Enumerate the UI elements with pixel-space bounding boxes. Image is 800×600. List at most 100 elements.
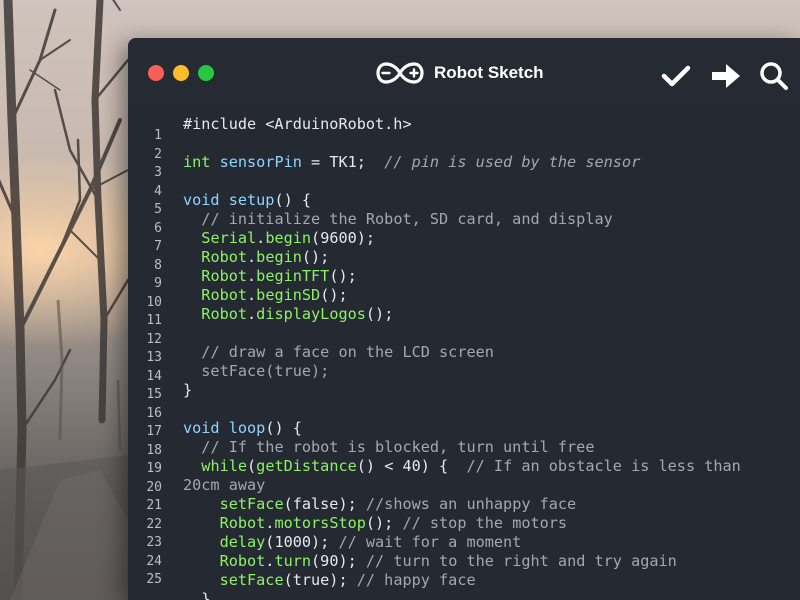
- line-number: 4: [154, 183, 162, 199]
- checkmark-icon: [661, 65, 691, 87]
- code-line: Robot.displayLogos();: [183, 305, 393, 324]
- code-token: // If the robot is blocked, turn until f…: [201, 438, 595, 456]
- code-line: Robot.turn(90); // turn to the right and…: [183, 552, 677, 571]
- code-token: () < 40) {: [356, 457, 467, 475]
- code-line: Robot.begin();: [183, 248, 329, 267]
- code-line: void loop() {: [183, 419, 302, 438]
- arduino-logo-icon: [376, 62, 424, 84]
- code-token: setFace(true);: [183, 362, 330, 380]
- code-line: // If the robot is blocked, turn until f…: [183, 438, 594, 457]
- code-line: Robot.beginTFT();: [183, 267, 356, 286]
- code-area[interactable]: #include <ArduinoRobot.h> int sensorPin =…: [183, 108, 800, 600]
- code-token: ();: [320, 286, 348, 304]
- code-token: // happy face: [356, 571, 476, 589]
- code-token: //shows an unhappy face: [365, 495, 577, 513]
- code-token: // turn to the right and try again: [365, 552, 677, 570]
- line-number: 16: [146, 405, 162, 421]
- code-token: (true);: [283, 571, 357, 589]
- line-number: 12: [146, 331, 162, 347]
- line-number-gutter: 1 2 3 4 5 6 7 8 9 10 11 12 13 14 15 16 17 18 19 20 21 22 23 24 2…: [128, 108, 172, 600]
- code-token: = TK1;: [301, 153, 385, 171]
- code-token: begin: [256, 248, 302, 266]
- code-token: motorsStop: [274, 514, 366, 532]
- maximize-window-button[interactable]: [198, 65, 214, 81]
- line-number: 20: [146, 479, 162, 495]
- code-token: setFace: [219, 495, 284, 513]
- line-number: 14: [146, 368, 162, 384]
- code-line: 20cm away: [183, 476, 265, 495]
- code-token: }: [183, 381, 193, 399]
- close-window-button[interactable]: [148, 65, 164, 81]
- code-line: // draw a face on the LCD screen: [183, 343, 494, 362]
- code-line: int sensorPin = TK1; // pin is used by t…: [183, 153, 640, 172]
- code-token: }: [183, 590, 211, 600]
- code-token: ();: [301, 248, 330, 266]
- code-token: Robot: [219, 514, 266, 532]
- code-token: // If an obstacle is less than: [466, 457, 741, 475]
- right-arrow-icon: [712, 64, 740, 88]
- code-line: #include <ArduinoRobot.h>: [183, 115, 412, 134]
- code-token: () {: [274, 191, 312, 209]
- line-number: 11: [146, 313, 162, 328]
- title-bar: Robot Sketch: [128, 38, 800, 108]
- code-token: displayLogos: [256, 305, 366, 323]
- line-number: 23: [146, 535, 162, 550]
- line-number: 1: [154, 128, 162, 143]
- line-number: 22: [146, 516, 162, 532]
- code-line: delay(1000); // wait for a moment: [183, 533, 522, 552]
- code-token: .: [247, 267, 257, 285]
- code-token: sensorPin: [219, 153, 302, 171]
- code-token: // wait for a moment: [338, 533, 522, 551]
- code-token: .: [247, 305, 257, 323]
- code-token: () {: [265, 419, 302, 437]
- code-token: 20cm away: [183, 476, 266, 494]
- code-token: // pin is used by the sensor: [384, 153, 641, 171]
- line-number: 10: [146, 294, 162, 310]
- window-title-group: Robot Sketch: [376, 60, 544, 86]
- code-token: loop: [228, 419, 266, 437]
- code-line: // initialize the Robot, SD card, and di…: [183, 210, 612, 229]
- line-number: 3: [154, 165, 162, 180]
- code-token: while: [201, 457, 248, 475]
- code-line: void setup() {: [183, 191, 311, 210]
- search-button[interactable]: [758, 60, 790, 92]
- code-line: setFace(false); //shows an unhappy face: [183, 495, 577, 514]
- code-editor[interactable]: 1 2 3 4 5 6 7 8 9 10 11 12 13 14 15 16 17 18 19 20 21 22 23 24 2…: [128, 108, 800, 600]
- code-token: Robot: [201, 305, 248, 323]
- code-token: (1000);: [265, 533, 339, 551]
- code-line: Robot.motorsStop(); // stop the motors: [183, 514, 567, 533]
- code-token: // stop the motors: [402, 514, 568, 532]
- code-token: (: [247, 457, 257, 475]
- code-token: #include <ArduinoRobot.h>: [183, 115, 412, 133]
- upload-button[interactable]: [710, 60, 742, 92]
- code-line: Serial.begin(9600);: [183, 229, 375, 248]
- code-line: }: [183, 590, 210, 600]
- line-number: 17: [146, 424, 162, 439]
- line-number: 5: [154, 202, 162, 217]
- verify-button[interactable]: [660, 60, 692, 92]
- line-number: 13: [146, 350, 162, 365]
- code-token: ();: [365, 305, 394, 323]
- code-token: (false);: [283, 495, 366, 513]
- code-token: setup: [228, 191, 275, 209]
- minimize-window-button[interactable]: [173, 65, 189, 81]
- code-token: .: [247, 286, 257, 304]
- line-number: 2: [154, 146, 162, 162]
- line-number: 7: [154, 239, 162, 254]
- code-line: while(getDistance() < 40) { // If an obs…: [183, 457, 741, 476]
- code-token: int: [183, 153, 211, 171]
